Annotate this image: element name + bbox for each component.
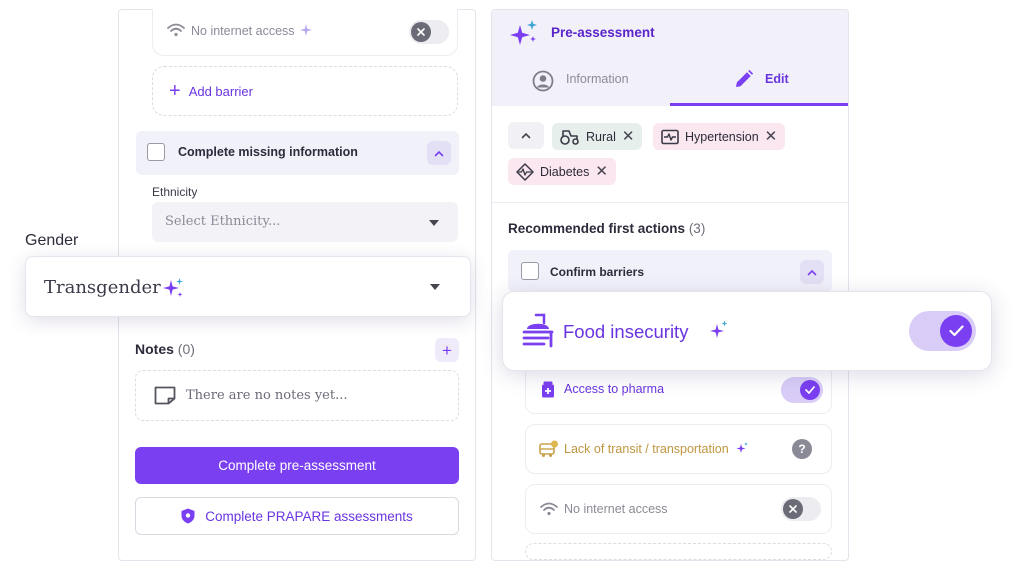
collapse-button[interactable] — [427, 141, 451, 165]
add-barrier-button[interactable]: + Add barrier — [152, 66, 458, 116]
note-icon — [154, 386, 176, 405]
sparkle-icon — [736, 442, 748, 453]
section-title: Complete missing information — [178, 145, 358, 159]
complete-prapare-button[interactable]: Complete PRAPARE assessments — [135, 497, 459, 535]
pulse-icon — [516, 162, 534, 181]
notes-title: Notes — [135, 341, 174, 357]
wifi-icon — [167, 23, 185, 37]
add-barrier-placeholder[interactable] — [525, 543, 832, 560]
close-icon[interactable]: ✕ — [595, 164, 608, 179]
pharmacy-icon — [542, 381, 554, 398]
barrier-item-transit: Lack of transit / transportation ? — [525, 424, 832, 474]
gender-value: Transgender — [44, 277, 161, 298]
barrier-label: Lack of transit / transportation — [564, 442, 729, 456]
recommended-heading: Recommended first actions (3) — [508, 221, 705, 236]
food-tray-icon — [522, 313, 554, 348]
chevron-up-icon — [521, 132, 531, 139]
sparkle-icon — [300, 24, 312, 36]
complete-missing-info-section[interactable]: Complete missing information — [136, 131, 459, 175]
barrier-label: Food insecurity — [563, 321, 689, 342]
pencil-icon — [736, 69, 754, 87]
recommended-count: (3) — [688, 221, 706, 236]
tractor-icon — [560, 129, 579, 145]
chip-label: Rural — [586, 129, 616, 144]
gender-select[interactable]: Transgender — [25, 256, 471, 317]
chevron-up-icon — [434, 150, 444, 156]
recommended-title: Recommended first actions — [508, 221, 686, 236]
close-icon[interactable]: ✕ — [765, 129, 778, 144]
plus-icon: + — [169, 80, 181, 102]
add-barrier-label: Add barrier — [188, 83, 253, 99]
barrier-toggle[interactable] — [781, 377, 823, 403]
wifi-icon — [540, 502, 558, 516]
heart-monitor-icon — [661, 129, 679, 144]
close-icon[interactable]: ✕ — [622, 129, 635, 144]
notes-count: (0) — [177, 341, 195, 357]
active-tab-indicator — [670, 103, 848, 106]
notes-heading: Notes (0) — [135, 341, 195, 357]
barrier-toggle[interactable] — [909, 311, 976, 351]
chip-hypertension: Hypertension ✕ — [653, 123, 786, 150]
chip-diabetes: Diabetes ✕ — [508, 158, 616, 185]
ethnicity-placeholder: Select Ethnicity... — [165, 214, 281, 229]
x-icon — [783, 499, 803, 519]
notes-empty-text: There are no notes yet... — [186, 388, 348, 403]
barrier-item-no-internet-right: No internet access — [525, 484, 832, 534]
x-icon — [411, 22, 431, 42]
ethnicity-label: Ethnicity — [152, 185, 198, 199]
sparkle-icon — [710, 320, 728, 338]
collapse-button[interactable] — [800, 260, 824, 284]
chip-label: Diabetes — [540, 164, 590, 179]
panel-title: Pre-assessment — [551, 25, 655, 40]
bus-icon — [539, 440, 558, 457]
add-note-button[interactable]: + — [435, 338, 459, 362]
chip-label: Hypertension — [685, 129, 759, 144]
confirm-barriers-section[interactable]: Confirm barriers — [508, 250, 832, 292]
barrier-item-food-insecurity: Food insecurity — [502, 291, 992, 371]
chevron-up-icon — [807, 269, 817, 275]
sparkle-icon — [163, 278, 183, 297]
barrier-toggle[interactable] — [409, 20, 449, 44]
prapare-label: Complete PRAPARE assessments — [205, 508, 413, 524]
barrier-item-no-internet: No internet access — [152, 9, 458, 56]
caret-down-icon — [429, 220, 439, 226]
barrier-label: No internet access — [564, 502, 668, 516]
notes-empty-state: There are no notes yet... — [135, 370, 459, 421]
question-icon[interactable]: ? — [792, 439, 812, 459]
divider — [492, 202, 848, 203]
collapse-chips-button[interactable] — [508, 122, 544, 149]
barrier-item-access-to-pharma: Access to pharma — [525, 364, 832, 414]
complete-pre-assessment-button[interactable]: Complete pre-assessment — [135, 447, 459, 484]
gender-label: Gender — [25, 232, 79, 249]
check-icon — [800, 380, 820, 400]
sparkle-icon — [510, 20, 537, 45]
shield-icon — [181, 508, 195, 524]
confirm-barriers-checkbox[interactable] — [521, 262, 539, 280]
complete-missing-checkbox[interactable] — [147, 143, 165, 161]
ethnicity-select[interactable]: Select Ethnicity... — [152, 202, 458, 242]
section-title: Confirm barriers — [550, 265, 645, 279]
barrier-label: No internet access — [191, 24, 295, 38]
panel-header: Pre-assessment Information Edit — [492, 10, 848, 106]
plus-icon: + — [442, 340, 452, 360]
user-icon — [532, 70, 554, 92]
tab-information[interactable]: Information — [566, 72, 629, 86]
barrier-label: Access to pharma — [564, 382, 665, 396]
chip-rural: Rural ✕ — [552, 123, 643, 150]
tab-edit[interactable]: Edit — [765, 72, 789, 86]
check-icon — [940, 315, 972, 347]
caret-down-icon — [430, 284, 440, 290]
barrier-toggle[interactable] — [781, 497, 821, 521]
